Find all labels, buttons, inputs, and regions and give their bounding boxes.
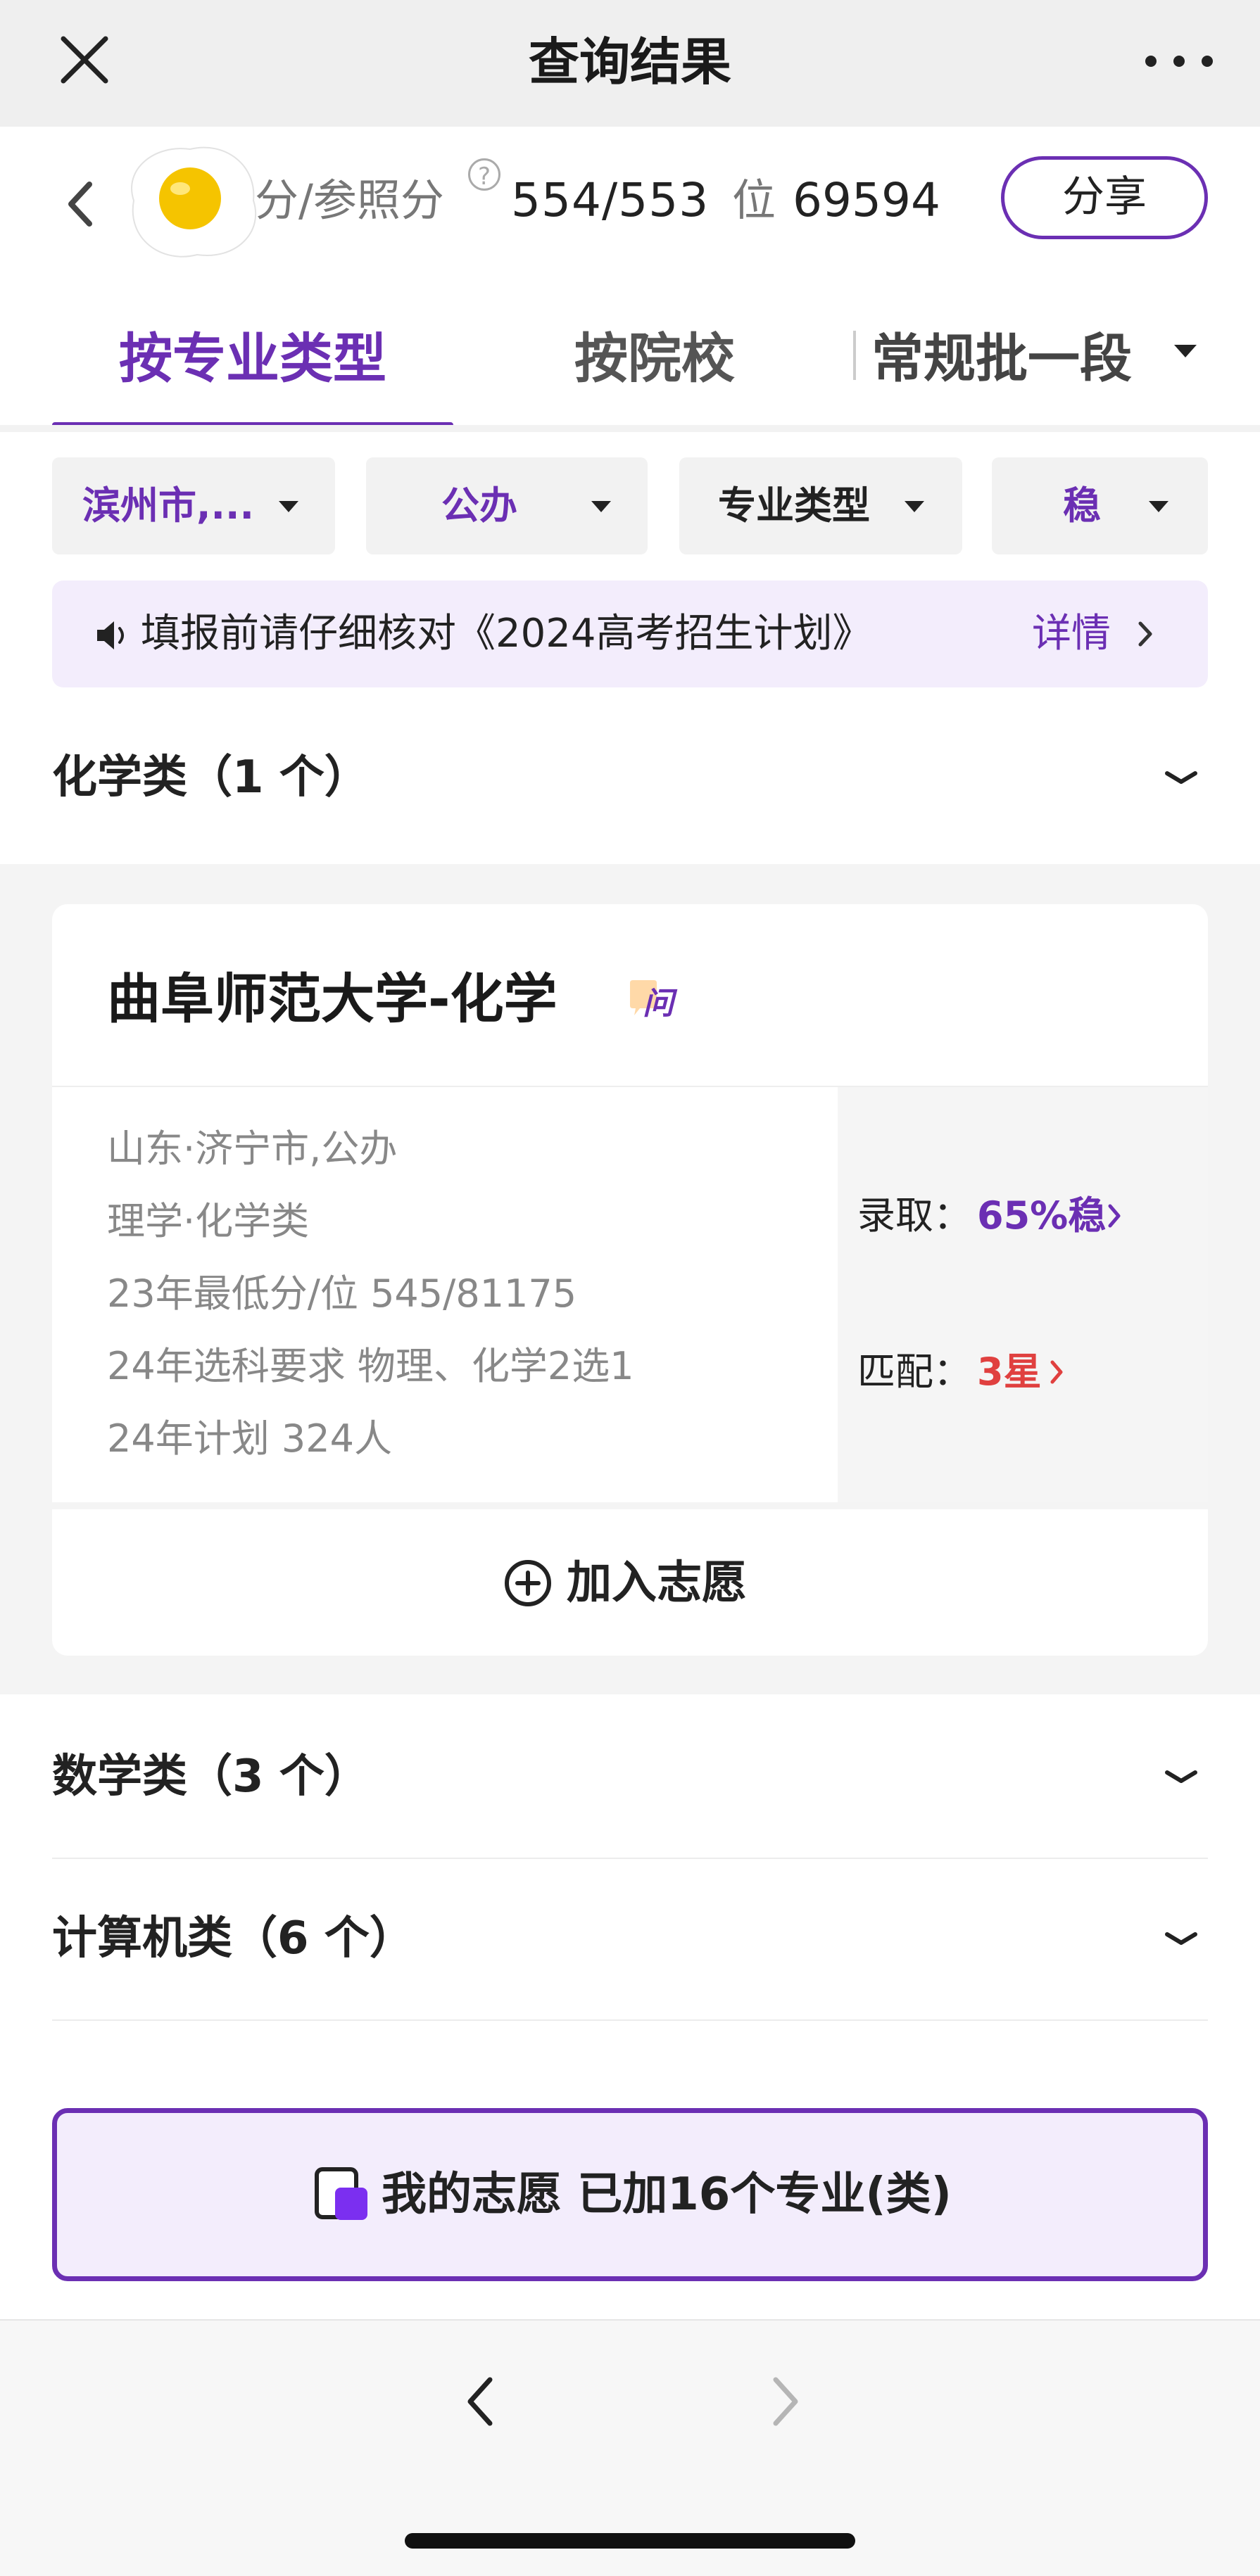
caret-down-icon — [1149, 501, 1168, 512]
back-chevron-icon[interactable] — [60, 176, 102, 232]
divider — [52, 1858, 1208, 1859]
chevron-down-icon — [1165, 1770, 1197, 1783]
browser-back-icon[interactable] — [459, 2370, 501, 2433]
tab-by-school[interactable]: 按院校 — [493, 296, 817, 422]
info-subject-requirement: 24年选科要求 物理、化学2选1 — [107, 1344, 634, 1388]
category-label: 化学类（1 个） — [52, 751, 370, 804]
chevron-right-icon[interactable] — [1135, 618, 1154, 650]
ask-badge-label: 问 — [643, 986, 678, 1022]
notice-text: 填报前请仔细核对《2024高考招生计划》 — [141, 611, 872, 656]
wishlist-cards-icon[interactable] — [314, 2166, 370, 2223]
my-wishlist-label[interactable]: 我的志愿 已加16个专业(类) — [382, 2156, 952, 2233]
ask-badge-icon[interactable]: 问 — [629, 975, 682, 1024]
info-discipline: 理学·化学类 — [107, 1199, 310, 1243]
divider — [52, 1502, 1208, 1509]
add-to-wishlist-label[interactable]: 加入志愿 — [567, 1544, 747, 1622]
home-indicator[interactable] — [405, 2533, 855, 2549]
category-chemistry[interactable]: 化学类（1 个） — [52, 721, 1208, 834]
filter-city-label: 滨州市,... — [82, 483, 255, 528]
caret-down-icon[interactable] — [1174, 345, 1197, 357]
card-metrics-panel — [838, 1087, 1208, 1502]
match-label: 匹配： — [857, 1350, 971, 1394]
admission-label: 录取： — [857, 1193, 971, 1238]
fried-egg-avatar-icon — [131, 146, 257, 258]
chevron-right-icon[interactable] — [1107, 1202, 1122, 1230]
caret-down-icon — [905, 501, 924, 512]
info-location: 山东·济宁市,公办 — [107, 1127, 398, 1171]
divider — [52, 2019, 1208, 2021]
category-label: 数学类（3 个） — [52, 1751, 370, 1803]
card-title[interactable]: 曲阜师范大学-化学 — [107, 950, 557, 1048]
filter-risk-level[interactable]: 稳 — [992, 457, 1208, 554]
speaker-icon — [97, 621, 124, 649]
filter-city[interactable]: 滨州市,... — [52, 457, 335, 554]
chevron-right-icon[interactable] — [1049, 1358, 1064, 1386]
page-title: 查询结果 — [528, 32, 731, 91]
help-icon[interactable]: ? — [468, 158, 500, 191]
browser-forward-icon[interactable] — [764, 2370, 807, 2433]
top-navbar: 查询结果 — [0, 0, 1260, 127]
caret-down-icon — [591, 501, 611, 512]
filter-ownership[interactable]: 公办 — [366, 457, 648, 554]
rank-value: 69594 — [793, 173, 940, 227]
chevron-down-icon — [1165, 771, 1197, 784]
rank-label: 位 — [732, 175, 776, 226]
category-computer[interactable]: 计算机类（6 个） — [52, 1882, 1208, 1995]
notice-detail-link[interactable]: 详情 — [1032, 580, 1111, 687]
category-label: 计算机类（6 个） — [52, 1912, 415, 1965]
filter-risk-level-label: 稳 — [1063, 483, 1101, 528]
info-plan: 24年计划 324人 — [107, 1416, 392, 1461]
plus-circle-icon[interactable] — [503, 1559, 553, 1608]
tab-separator — [853, 331, 856, 380]
tab-by-major-type[interactable]: 按专业类型 — [52, 296, 453, 422]
more-horizontal-icon[interactable] — [1140, 44, 1218, 79]
filter-ownership-label: 公办 — [441, 483, 517, 528]
category-math[interactable]: 数学类（3 个） — [52, 1720, 1208, 1833]
score-value: 554/553 — [511, 173, 710, 227]
caret-down-icon — [279, 501, 298, 512]
chevron-down-icon — [1165, 1932, 1197, 1945]
info-min-score: 23年最低分/位 545/81175 — [107, 1271, 577, 1316]
divider — [0, 425, 1260, 432]
filter-major-type[interactable]: 专业类型 — [679, 457, 962, 554]
batch-selector[interactable]: 常规批一段 — [871, 296, 1132, 422]
share-button[interactable]: 分享 — [1001, 156, 1208, 239]
score-label: 分/参照分 — [255, 175, 444, 226]
filter-major-type-label: 专业类型 — [718, 483, 870, 528]
match-value[interactable]: 3星 — [977, 1344, 1042, 1400]
admission-value[interactable]: 65%稳 — [977, 1188, 1106, 1244]
